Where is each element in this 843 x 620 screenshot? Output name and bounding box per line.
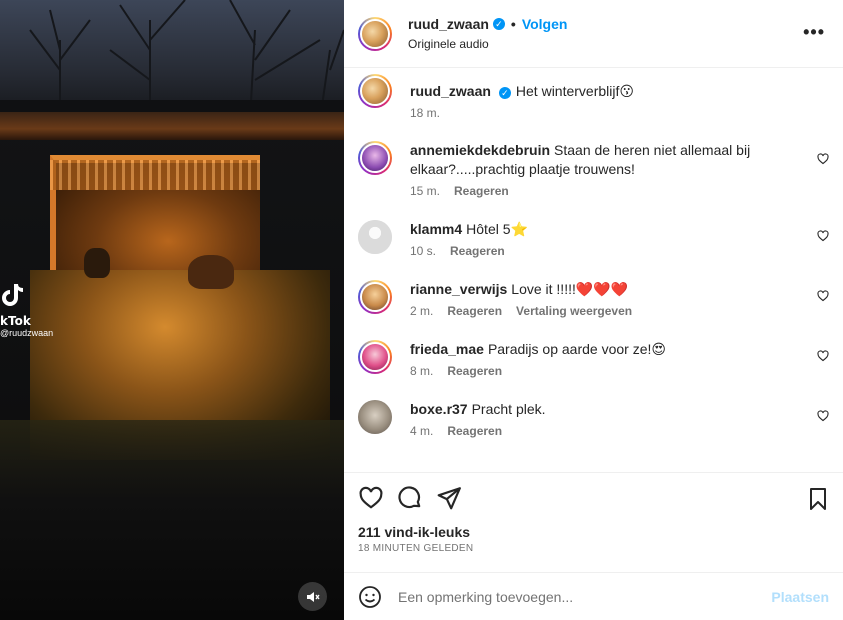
comment-item: boxe.r37 Pracht plek. 4 m. Reageren [358, 400, 829, 438]
post-header: ruud_zwaan ✓ • Volgen Originele audio ••… [344, 0, 843, 68]
likes-count[interactable]: 211 vind-ik-leuks [358, 523, 829, 541]
reply-button[interactable]: Reageren [450, 244, 505, 258]
speaker-muted-icon [306, 591, 320, 602]
like-comment-icon[interactable] [817, 350, 829, 362]
reply-button[interactable]: Reageren [447, 424, 502, 438]
avatar[interactable] [358, 16, 392, 51]
caption-text: Het winterverblijf😗 [515, 83, 634, 99]
comment-item: klamm4 Hôtel 5⭐ 10 s. Reageren [358, 220, 829, 258]
caption-time[interactable]: 18 m. [410, 106, 440, 120]
post-caption: ruud_zwaan ✓ Het winterverblijf😗 18 m. [358, 74, 829, 120]
mute-button[interactable] [298, 582, 327, 611]
more-options-icon[interactable]: ••• [803, 22, 825, 43]
verified-badge-icon: ✓ [498, 87, 511, 99]
watermark-handle: @ruudzwaan [0, 328, 54, 338]
post-sidebar: ruud_zwaan ✓ • Volgen Originele audio ••… [344, 0, 843, 620]
post-comment-button[interactable]: Plaatsen [771, 589, 829, 605]
like-comment-icon[interactable] [817, 410, 829, 422]
like-comment-icon[interactable] [817, 290, 829, 302]
comment-input[interactable] [398, 588, 758, 605]
avatar[interactable] [358, 340, 392, 374]
caption-username[interactable]: ruud_zwaan [410, 83, 491, 99]
heart-icon[interactable] [358, 485, 384, 511]
comment-composer: Plaatsen [344, 572, 843, 620]
avatar[interactable] [358, 400, 392, 434]
comment-username[interactable]: klamm4 [410, 221, 462, 237]
separator-dot: • [510, 16, 516, 32]
watermark-name: kTok [0, 314, 31, 328]
post-video[interactable]: kTok @ruudzwaan [0, 0, 344, 620]
avatar[interactable] [358, 74, 392, 108]
comment-text: Hôtel 5⭐ [466, 221, 528, 237]
post-actions: 211 vind-ik-leuks 18 MINUTEN GELEDEN [344, 472, 843, 572]
tree-silhouettes [0, 0, 344, 120]
comment-time[interactable]: 4 m. [410, 424, 433, 438]
comment-text: Pracht plek. [471, 401, 546, 417]
reply-button[interactable]: Reageren [447, 304, 502, 318]
verified-badge-icon: ✓ [492, 18, 505, 30]
comment-item: annemiekdekdebruin Staan de heren niet al… [358, 141, 829, 198]
avatar[interactable] [358, 280, 392, 314]
avatar[interactable] [358, 141, 392, 175]
comment-item: frieda_mae Paradijs op aarde voor ze!😍 8 … [358, 340, 829, 378]
comment-icon[interactable] [397, 485, 423, 511]
comment-time[interactable]: 10 s. [410, 244, 436, 258]
comment-item: rianne_verwijs Love it !!!!!❤️❤️❤️ 2 m. Re… [358, 280, 829, 318]
reply-button[interactable]: Reageren [454, 184, 509, 198]
tiktok-watermark: kTok @ruudzwaan [0, 282, 53, 339]
emoji-icon[interactable] [358, 585, 382, 609]
shed-roof [0, 112, 344, 140]
calf [188, 255, 234, 289]
comment-time[interactable]: 2 m. [410, 304, 433, 318]
comment-username[interactable]: rianne_verwijs [410, 281, 507, 297]
comment-text: Love it !!!!!❤️❤️❤️ [511, 281, 629, 297]
comment-username[interactable]: annemiekdekdebruin [410, 142, 550, 158]
audio-link[interactable]: Originele audio [408, 36, 567, 52]
shed-rafters [50, 160, 260, 190]
calf [84, 248, 110, 278]
comment-text: Paradijs op aarde voor ze!😍 [487, 341, 666, 357]
bookmark-icon[interactable] [807, 487, 829, 511]
follow-button[interactable]: Volgen [522, 15, 568, 33]
reply-button[interactable]: Reageren [447, 364, 502, 378]
translate-button[interactable]: Vertaling weergeven [516, 304, 632, 318]
comment-username[interactable]: frieda_mae [410, 341, 484, 357]
avatar[interactable] [358, 220, 392, 254]
post-dialog: kTok @ruudzwaan ruud_zwaan ✓ • Volgen Or… [0, 0, 843, 620]
post-timestamp: 18 MINUTEN GELEDEN [358, 543, 474, 554]
grass-foreground [0, 420, 344, 620]
comments-list[interactable]: ruud_zwaan ✓ Het winterverblijf😗 18 m. ann… [344, 68, 843, 472]
like-comment-icon[interactable] [817, 153, 829, 165]
comment-time[interactable]: 15 m. [410, 184, 440, 198]
like-comment-icon[interactable] [817, 230, 829, 242]
tiktok-icon [2, 282, 53, 310]
author-username[interactable]: ruud_zwaan [408, 15, 489, 33]
share-icon[interactable] [436, 485, 462, 511]
comment-username[interactable]: boxe.r37 [410, 401, 468, 417]
comment-time[interactable]: 8 m. [410, 364, 433, 378]
